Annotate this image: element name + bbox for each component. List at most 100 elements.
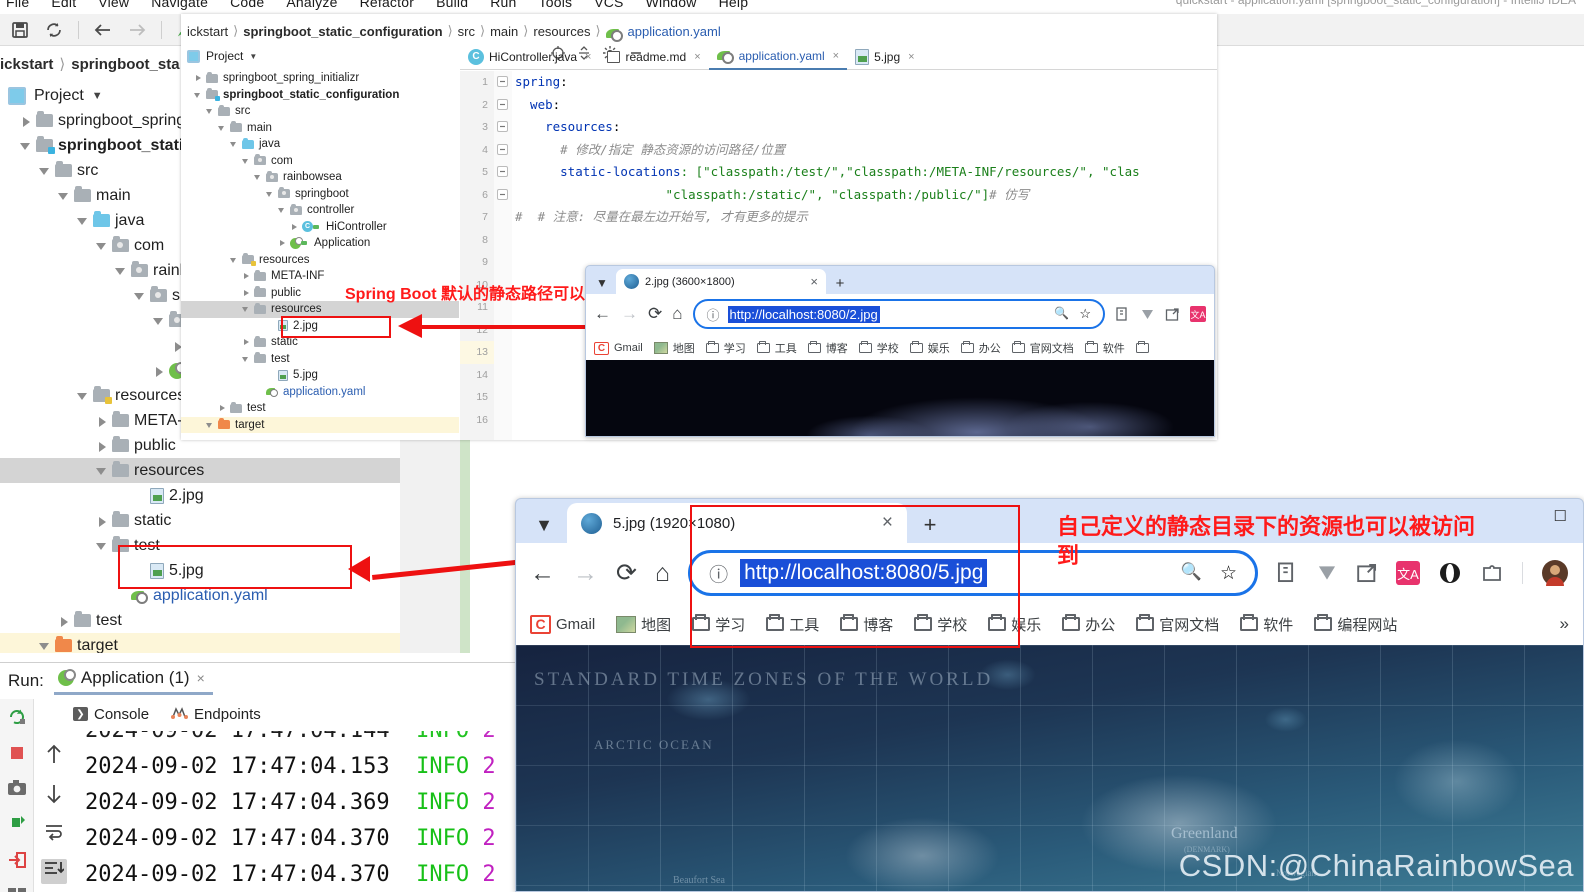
code-line[interactable] <box>515 229 1217 252</box>
bookmark-item[interactable]: 软件 <box>1240 614 1293 635</box>
chevron-down-icon[interactable] <box>95 464 109 478</box>
bookmark-item[interactable]: 学校 <box>859 340 899 356</box>
fold-marker[interactable] <box>494 184 512 207</box>
code-line[interactable]: web: <box>515 94 1217 117</box>
menu-item-window[interactable]: Window <box>646 0 697 10</box>
browser2-bookmarks-bar[interactable]: CGmail地图学习工具博客学校娱乐办公官网文档软件编程网站» <box>516 603 1583 645</box>
fold-marker[interactable] <box>494 296 512 319</box>
browser1-tab-strip[interactable]: ▼ 2.jpg (3600×1800) × + <box>586 266 1214 294</box>
bookmark-star-icon-2[interactable]: ☆ <box>1220 562 1237 585</box>
tree-row[interactable]: META-INF <box>181 268 459 285</box>
bookmark-item-overflow[interactable] <box>1136 343 1149 353</box>
fold-marker[interactable] <box>494 251 512 274</box>
code-line[interactable]: resources: <box>515 116 1217 139</box>
chevron-down-icon[interactable] <box>265 189 275 199</box>
chevron-right-icon[interactable] <box>217 403 227 413</box>
menu-item-tools[interactable]: Tools <box>539 0 573 10</box>
bookmark-item[interactable]: CGmail <box>530 615 595 634</box>
close-icon-2[interactable]: × <box>882 512 893 534</box>
chevron-right-icon[interactable] <box>193 73 203 83</box>
breadcrumb-item-2[interactable]: src <box>458 24 475 39</box>
code-line[interactable]: # 修改/指定 静态资源的访问路径/位置 <box>515 139 1217 162</box>
chevron-down-icon[interactable] <box>114 264 128 278</box>
home-icon-2[interactable]: ⌂ <box>655 559 670 588</box>
bookmark-item[interactable]: 博客 <box>840 614 893 635</box>
chevron-down-icon[interactable] <box>38 639 52 653</box>
scroll-down-icon[interactable] <box>45 783 63 810</box>
browser2-tab-strip[interactable]: ▼ 5.jpg (1920×1080) × + ☐ <box>516 499 1583 543</box>
fold-marker[interactable] <box>494 206 512 229</box>
bookmark-item[interactable]: 学习 <box>692 614 745 635</box>
breadcrumb-item-5[interactable]: application.yaml <box>628 24 721 39</box>
tree-row[interactable]: public <box>181 285 459 302</box>
close-icon[interactable]: × <box>694 51 700 63</box>
editor-tab-bar[interactable]: CHiController.java×MDreadme.md×applicati… <box>460 44 1217 70</box>
navigate-back-icon[interactable] <box>93 20 113 40</box>
chevron-right-icon[interactable] <box>277 238 287 248</box>
fold-marker[interactable] <box>494 364 512 387</box>
tree-row[interactable]: 5.jpg <box>0 558 430 583</box>
console-subtabs[interactable]: ❯ Console Endpoints <box>73 699 261 729</box>
chevron-down-icon[interactable] <box>217 123 227 133</box>
breadcrumb-root[interactable]: ickstart <box>0 56 53 73</box>
site-info-icon-2[interactable]: ⓘ <box>709 560 728 587</box>
chevron-right-icon[interactable] <box>95 414 109 428</box>
chevron-down-icon[interactable] <box>241 304 251 314</box>
tree-row[interactable]: rainbowsea <box>181 169 459 186</box>
chevron-right-icon[interactable] <box>289 222 299 232</box>
chevron-right-icon[interactable] <box>57 614 71 628</box>
breadcrumb[interactable]: ickstart ⟩ springboot_static_configurati… <box>181 20 1217 42</box>
close-icon[interactable]: × <box>908 51 914 63</box>
tab-search-chevron-icon-2[interactable]: ▼ <box>524 507 564 543</box>
fold-marker[interactable] <box>494 319 512 342</box>
chevron-down-icon[interactable] <box>76 214 90 228</box>
bookmark-item[interactable]: 娱乐 <box>910 340 950 356</box>
bookmarks-overflow-button[interactable]: » <box>1560 614 1569 634</box>
tree-row[interactable]: main <box>181 120 459 137</box>
bookmark-item[interactable]: 编程网站 <box>1314 614 1397 635</box>
tree-row[interactable]: Application <box>181 235 459 252</box>
editor-fold-column[interactable] <box>494 71 512 440</box>
chevron-down-icon[interactable] <box>277 205 287 215</box>
tree-row[interactable]: test <box>181 400 459 417</box>
url-text-2[interactable]: http://localhost:8080/5.jpg <box>740 559 987 587</box>
scroll-to-end-icon[interactable] <box>41 859 67 884</box>
browser1-tab[interactable]: 2.jpg (3600×1800) × <box>616 269 826 294</box>
new-tab-button-2[interactable]: + <box>910 507 950 543</box>
menu-item-run[interactable]: Run <box>490 0 516 10</box>
code-line[interactable]: "classpath:/static/", "classpath:/public… <box>515 184 1217 207</box>
chevron-down-icon[interactable] <box>57 189 71 203</box>
chevron-down-icon[interactable] <box>253 172 263 182</box>
chevron-down-icon[interactable] <box>205 106 215 116</box>
reading-list-icon-2[interactable] <box>1276 562 1298 584</box>
download-icon[interactable] <box>1140 307 1155 322</box>
close-icon[interactable]: × <box>810 274 818 289</box>
project-tree[interactable]: springboot_spring_initializrspringboot_s… <box>181 70 459 440</box>
chevron-right-icon[interactable] <box>241 271 251 281</box>
tree-row[interactable]: com <box>181 153 459 170</box>
tab-search-chevron-icon[interactable]: ▼ <box>590 272 614 294</box>
chevron-down-icon[interactable] <box>38 164 52 178</box>
fold-marker[interactable] <box>494 341 512 364</box>
fold-marker[interactable] <box>494 274 512 297</box>
tree-row[interactable]: 5.jpg <box>181 367 459 384</box>
share-icon[interactable] <box>1165 307 1180 322</box>
menu-item-help[interactable]: Help <box>719 0 749 10</box>
browser-window-2jpg[interactable]: ▼ 2.jpg (3600×1800) × + ← → ⟳ ⌂ ⓘ http:/… <box>585 265 1215 437</box>
close-icon[interactable]: × <box>197 670 205 686</box>
fold-marker[interactable] <box>494 386 512 409</box>
chevron-down-icon[interactable] <box>193 90 203 100</box>
sync-icon[interactable] <box>44 20 64 40</box>
forward-icon[interactable]: → <box>621 304 638 324</box>
breadcrumb-module[interactable]: springboot_sta <box>71 56 179 73</box>
reload-icon-2[interactable]: ⟳ <box>616 558 637 588</box>
chevron-down-icon-small[interactable]: ▼ <box>249 52 257 61</box>
home-icon[interactable]: ⌂ <box>672 304 682 324</box>
layout-settings-icon[interactable] <box>7 887 27 892</box>
run-actions-toolbar[interactable] <box>0 699 34 892</box>
bookmark-item[interactable]: 工具 <box>757 340 797 356</box>
chevron-right-icon[interactable] <box>95 514 109 528</box>
close-icon[interactable]: × <box>833 50 839 62</box>
bookmark-item[interactable]: 软件 <box>1085 340 1125 356</box>
tree-row[interactable]: controller <box>181 202 459 219</box>
